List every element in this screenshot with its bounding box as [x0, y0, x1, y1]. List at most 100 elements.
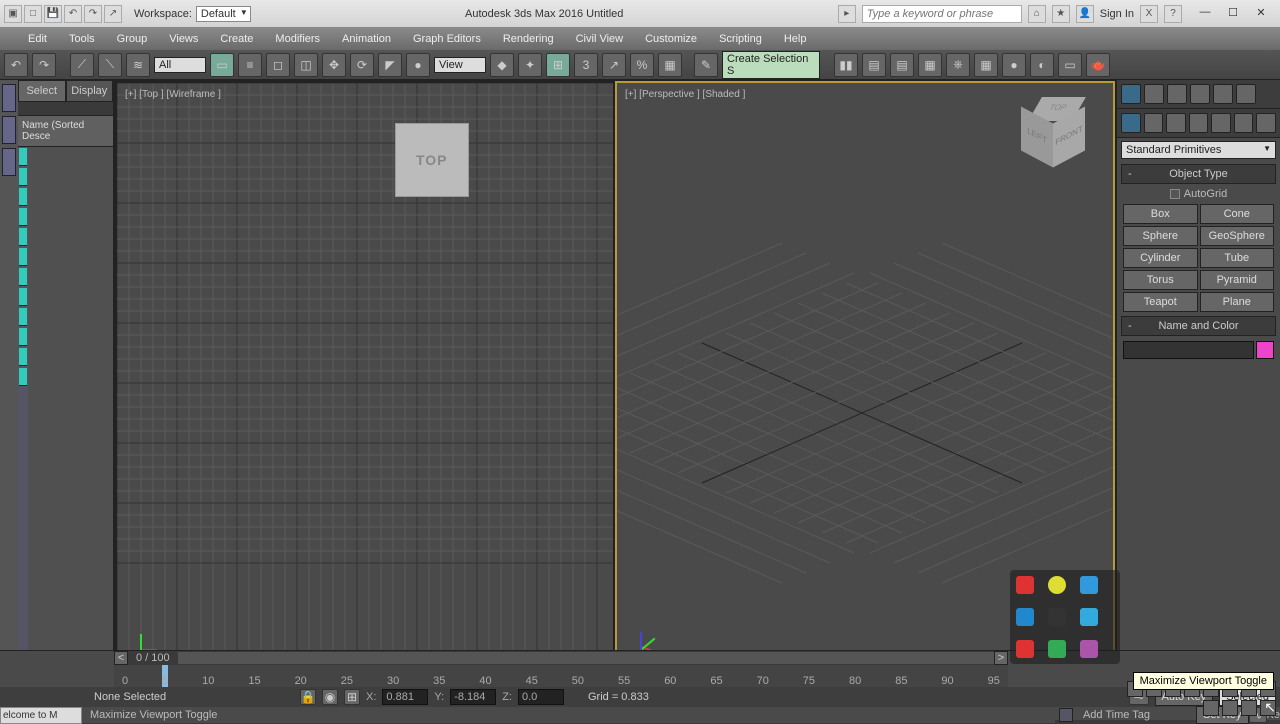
- se-filter-7[interactable]: [19, 268, 27, 286]
- select-object-button[interactable]: ▭: [210, 53, 234, 77]
- tray-icon-4[interactable]: [1016, 608, 1034, 626]
- selection-lock-icon[interactable]: ⊞: [344, 689, 360, 705]
- viewport-top[interactable]: [+] [Top ] [Wireframe ] TOP: [116, 82, 614, 670]
- create-lights-icon[interactable]: [1166, 113, 1186, 133]
- primitive-sphere[interactable]: Sphere: [1123, 226, 1198, 246]
- rollout-name-color[interactable]: -Name and Color: [1121, 316, 1276, 336]
- adobe-icon[interactable]: [1016, 640, 1034, 658]
- timeline-scroll-right[interactable]: >: [994, 651, 1008, 665]
- help-search-input[interactable]: [862, 5, 1022, 23]
- create-helpers-icon[interactable]: [1211, 113, 1231, 133]
- time-slider[interactable]: 05101520253035404550556065707580859095: [114, 665, 1008, 687]
- tab-display[interactable]: Display: [66, 80, 114, 102]
- unlink-button[interactable]: ⟍: [98, 53, 122, 77]
- create-geometry-icon[interactable]: [1121, 113, 1141, 133]
- named-sel-icon[interactable]: ✎: [694, 53, 718, 77]
- category-dropdown[interactable]: Standard Primitives: [1121, 141, 1276, 159]
- primitive-pyramid[interactable]: Pyramid: [1200, 270, 1275, 290]
- new-icon[interactable]: □: [24, 5, 42, 23]
- cmdpanel-utility-icon[interactable]: [1236, 84, 1256, 104]
- object-color-swatch[interactable]: [1256, 341, 1274, 359]
- menu-rendering[interactable]: Rendering: [503, 33, 554, 45]
- menu-scripting[interactable]: Scripting: [719, 33, 762, 45]
- layer-explorer-button[interactable]: ▤: [890, 53, 914, 77]
- infocenter-icon[interactable]: ⌂: [1028, 5, 1046, 23]
- close-button[interactable]: ✕: [1250, 6, 1272, 22]
- minimize-button[interactable]: —: [1194, 6, 1216, 22]
- create-shapes-icon[interactable]: [1144, 113, 1164, 133]
- angle-snap-button[interactable]: 3: [574, 53, 598, 77]
- tray-icon-9[interactable]: [1080, 640, 1098, 658]
- se-filter-5[interactable]: [19, 228, 27, 246]
- maxscript-listener[interactable]: elcome to M: [0, 707, 82, 724]
- viewport-persp-label[interactable]: [+] [Perspective ] [Shaded ]: [625, 89, 745, 100]
- title-dd-icon[interactable]: ▸: [838, 5, 856, 23]
- redo-icon[interactable]: ↷: [84, 5, 102, 23]
- selection-filter-dropdown[interactable]: All: [154, 57, 206, 73]
- menu-modifiers[interactable]: Modifiers: [275, 33, 320, 45]
- spinner-snap-button[interactable]: %: [630, 53, 654, 77]
- move-button[interactable]: ✥: [322, 53, 346, 77]
- menu-tools[interactable]: Tools: [69, 33, 95, 45]
- ref-coord-dropdown[interactable]: View: [434, 57, 486, 73]
- help-icon[interactable]: ?: [1164, 5, 1182, 23]
- viewcube[interactable]: TOP LEFT FRONT: [1017, 97, 1093, 173]
- render-button[interactable]: 🫖: [1086, 53, 1110, 77]
- mirror-button[interactable]: ▮▮: [834, 53, 858, 77]
- maximize-button[interactable]: ☐: [1222, 6, 1244, 22]
- signin-label[interactable]: Sign In: [1100, 8, 1134, 20]
- primitive-cone[interactable]: Cone: [1200, 204, 1275, 224]
- exchange-icon[interactable]: X: [1140, 5, 1158, 23]
- signin-icon[interactable]: 👤: [1076, 5, 1094, 23]
- menu-graph-editors[interactable]: Graph Editors: [413, 33, 481, 45]
- left-tool-3[interactable]: [2, 148, 16, 176]
- zoom-extents-button[interactable]: [1203, 700, 1219, 716]
- primitive-cylinder[interactable]: Cylinder: [1123, 248, 1198, 268]
- select-by-name-button[interactable]: ≡: [238, 53, 262, 77]
- viewcube-top-label[interactable]: TOP: [395, 123, 469, 197]
- menu-edit[interactable]: Edit: [28, 33, 47, 45]
- se-filter-9[interactable]: [19, 308, 27, 326]
- schematic-view-button[interactable]: ▦: [974, 53, 998, 77]
- menu-create[interactable]: Create: [220, 33, 253, 45]
- se-filter-10[interactable]: [19, 328, 27, 346]
- lock-selection-icon[interactable]: 🔒: [300, 689, 316, 705]
- scale-button[interactable]: ◤: [378, 53, 402, 77]
- primitive-plane[interactable]: Plane: [1200, 292, 1275, 312]
- cmdpanel-motion-icon[interactable]: [1190, 84, 1210, 104]
- se-filter-12[interactable]: [19, 368, 27, 386]
- viewport-top-label[interactable]: [+] [Top ] [Wireframe ]: [125, 89, 221, 100]
- window-crossing-button[interactable]: ◫: [294, 53, 318, 77]
- rotate-button[interactable]: ⟳: [350, 53, 374, 77]
- material-editor-button[interactable]: ●: [1002, 53, 1026, 77]
- tray-icon-8[interactable]: [1048, 640, 1066, 658]
- se-filter-8[interactable]: [19, 288, 27, 306]
- skype-icon[interactable]: [1080, 608, 1098, 626]
- primitive-box[interactable]: Box: [1123, 204, 1198, 224]
- pivot-center-button[interactable]: ◆: [490, 53, 514, 77]
- undo-icon[interactable]: ↶: [64, 5, 82, 23]
- tray-icon-2[interactable]: [1048, 576, 1066, 594]
- named-selection-dropdown[interactable]: Create Selection S: [722, 51, 820, 79]
- rollout-object-type[interactable]: -Object Type: [1121, 164, 1276, 184]
- timeline-scroll-left[interactable]: <: [114, 651, 128, 665]
- scene-explorer-list[interactable]: [28, 147, 113, 659]
- align-button[interactable]: ▤: [862, 53, 886, 77]
- rect-region-button[interactable]: ◻: [266, 53, 290, 77]
- render-setup-button[interactable]: ◐: [1030, 53, 1054, 77]
- se-filter-3[interactable]: [19, 188, 27, 206]
- cmdpanel-hierarchy-icon[interactable]: [1167, 84, 1187, 104]
- edit-named-sel-button[interactable]: ▦: [658, 53, 682, 77]
- create-spacewarps-icon[interactable]: [1234, 113, 1254, 133]
- primitive-teapot[interactable]: Teapot: [1123, 292, 1198, 312]
- timeline-scroll-track[interactable]: [178, 652, 994, 664]
- star-icon[interactable]: ★: [1052, 5, 1070, 23]
- menu-civil-view[interactable]: Civil View: [576, 33, 623, 45]
- y-coord-input[interactable]: -8.184: [450, 689, 496, 705]
- rendered-frame-button[interactable]: ▭: [1058, 53, 1082, 77]
- cmdpanel-display-icon[interactable]: [1213, 84, 1233, 104]
- se-filter-11[interactable]: [19, 348, 27, 366]
- create-cameras-icon[interactable]: [1189, 113, 1209, 133]
- manipulate-button[interactable]: ✦: [518, 53, 542, 77]
- create-systems-icon[interactable]: [1256, 113, 1276, 133]
